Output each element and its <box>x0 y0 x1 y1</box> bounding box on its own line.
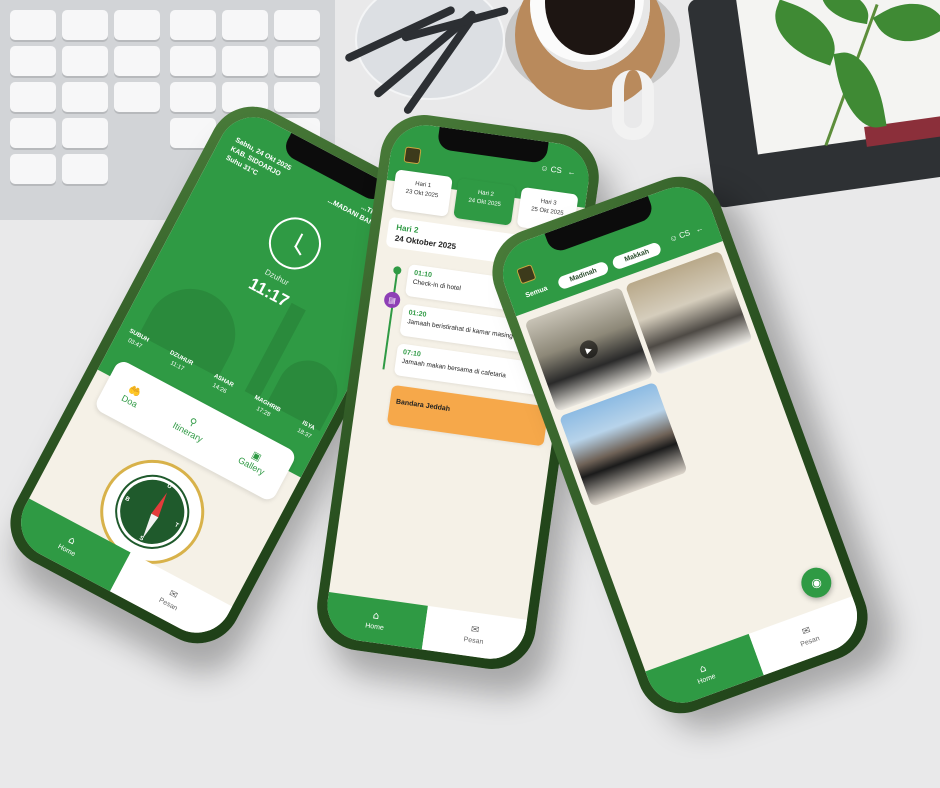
tab-home[interactable]: ⌂ Home <box>645 633 764 713</box>
chat-icon: ✉ <box>470 623 480 636</box>
camera-fab[interactable]: ◉ <box>797 563 836 602</box>
compass-needle <box>151 490 171 518</box>
chat-icon: ✉ <box>800 624 813 638</box>
back-arrow-icon[interactable]: ← <box>567 167 576 177</box>
keyboard-key <box>62 154 108 184</box>
keyboard-key <box>274 10 320 40</box>
keyboard-key <box>10 82 56 112</box>
keyboard-key <box>10 154 56 184</box>
cup-handle <box>612 70 654 140</box>
keyboard-key <box>274 82 320 112</box>
keyboard-key <box>62 46 108 76</box>
cs-button[interactable]: ☺ CS <box>668 228 691 244</box>
compass-south: S <box>138 535 145 543</box>
filter-semua[interactable]: Semua <box>518 280 555 304</box>
compass-west: B <box>123 496 131 504</box>
compass-north: U <box>165 483 173 491</box>
play-icon: ▶ <box>577 337 601 362</box>
keyboard-key <box>10 118 56 148</box>
keyboard-key <box>170 82 216 112</box>
home-icon: ⌂ <box>372 609 380 622</box>
hotel-icon: ▤ <box>383 290 402 309</box>
home-icon: ⌂ <box>66 534 78 547</box>
menu-itinerary[interactable]: ⚲ Itinerary <box>171 411 209 444</box>
keyboard-key <box>222 10 268 40</box>
app-logo <box>516 264 537 285</box>
filter-makkah[interactable]: Makkah <box>611 241 663 271</box>
filter-madinah[interactable]: Madinah <box>556 260 611 291</box>
day-tab-2[interactable]: Hari 2 24 Okt 2025 <box>453 178 516 226</box>
app-logo <box>403 146 422 165</box>
timeline-dot <box>392 265 402 275</box>
tab-pesan[interactable]: ✉ Pesan <box>109 552 233 646</box>
camera-icon: ◉ <box>808 574 824 592</box>
tab-pesan[interactable]: ✉ Pesan <box>748 596 868 676</box>
bottom-tabbar: ⌂ Home ✉ Pesan <box>645 596 868 713</box>
cs-button[interactable]: ☺ CS <box>540 163 563 175</box>
keyboard-key <box>114 10 160 40</box>
keyboard-key <box>114 46 160 76</box>
keyboard-key <box>10 46 56 76</box>
day-tab-1[interactable]: Hari 1 23 Okt 2025 <box>390 169 454 217</box>
menu-gallery[interactable]: ▣ Gallery <box>236 446 271 477</box>
keyboard-key <box>170 46 216 76</box>
tab-home[interactable]: ⌂ Home <box>322 591 428 650</box>
keyboard-key <box>170 10 216 40</box>
clock-hand <box>294 245 302 256</box>
home-icon: ⌂ <box>698 662 708 675</box>
chat-icon: ✉ <box>167 587 180 602</box>
keyboard-key <box>62 82 108 112</box>
bottom-tabbar: ⌂ Home ✉ Pesan <box>322 591 527 664</box>
menu-doa[interactable]: 🤲 Doa <box>120 384 144 409</box>
keyboard-key <box>274 46 320 76</box>
compass-east: T <box>173 522 180 530</box>
itinerary-highlight-event[interactable]: Bandara Jeddah <box>386 384 549 447</box>
keyboard-key <box>222 46 268 76</box>
keyboard-key <box>10 10 56 40</box>
keyboard-key <box>62 118 108 148</box>
keyboard-key <box>114 82 160 112</box>
prayer-ashar: ASHAR 14:26 <box>211 373 235 396</box>
keyboard-key <box>62 10 108 40</box>
back-arrow-icon[interactable]: ← <box>694 223 705 234</box>
tab-pesan[interactable]: ✉ Pesan <box>421 605 527 664</box>
